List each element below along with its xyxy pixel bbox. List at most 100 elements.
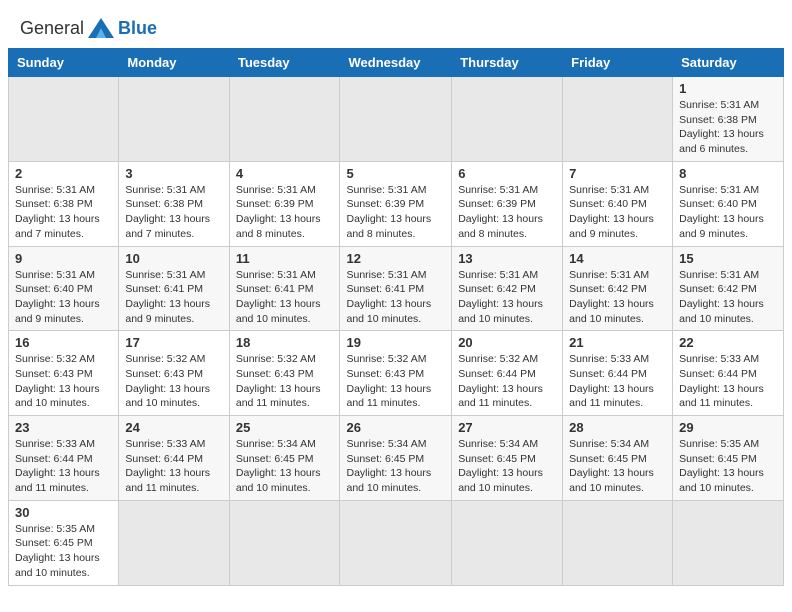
calendar-cell: 11 Sunrise: 5:31 AM Sunset: 6:41 PM Dayli… bbox=[229, 246, 340, 331]
logo-icon bbox=[86, 16, 116, 40]
calendar-cell: 9 Sunrise: 5:31 AM Sunset: 6:40 PM Daylig… bbox=[9, 246, 119, 331]
week-row-2: 2 Sunrise: 5:31 AM Sunset: 6:38 PM Daylig… bbox=[9, 161, 784, 246]
day-info: Sunrise: 5:34 AM Sunset: 6:45 PM Dayligh… bbox=[236, 437, 334, 496]
calendar-cell: 14Sunrise: 5:31 AM Sunset: 6:42 PM Dayli… bbox=[563, 246, 673, 331]
day-info: Sunrise: 5:32 AM Sunset: 6:43 PM Dayligh… bbox=[236, 352, 334, 411]
day-info: Sunrise: 5:31 AM Sunset: 6:40 PM Dayligh… bbox=[15, 268, 112, 327]
day-info: Sunrise: 5:34 AM Sunset: 6:45 PM Dayligh… bbox=[569, 437, 666, 496]
calendar-cell: 23 Sunrise: 5:33 AM Sunset: 6:44 PM Dayli… bbox=[9, 416, 119, 501]
calendar-cell: 10Sunrise: 5:31 AM Sunset: 6:41 PM Dayli… bbox=[119, 246, 229, 331]
day-number: 13 bbox=[458, 251, 556, 266]
weekday-header-row: SundayMondayTuesdayWednesdayThursdayFrid… bbox=[9, 49, 784, 77]
day-number: 26 bbox=[346, 420, 445, 435]
calendar-cell: 1 Sunrise: 5:31 AM Sunset: 6:38 PM Daylig… bbox=[673, 77, 784, 162]
calendar-cell bbox=[340, 77, 452, 162]
day-number: 12 bbox=[346, 251, 445, 266]
calendar-cell: 6Sunrise: 5:31 AM Sunset: 6:39 PM Daylig… bbox=[452, 161, 563, 246]
logo: General Blue bbox=[20, 16, 157, 40]
day-info: Sunrise: 5:31 AM Sunset: 6:38 PM Dayligh… bbox=[125, 183, 222, 242]
day-number: 4 bbox=[236, 166, 334, 181]
day-info: Sunrise: 5:32 AM Sunset: 6:43 PM Dayligh… bbox=[15, 352, 112, 411]
calendar-cell: 17Sunrise: 5:32 AM Sunset: 6:43 PM Dayli… bbox=[119, 331, 229, 416]
day-number: 29 bbox=[679, 420, 777, 435]
day-number: 1 bbox=[679, 81, 777, 96]
week-row-1: 1 Sunrise: 5:31 AM Sunset: 6:38 PM Daylig… bbox=[9, 77, 784, 162]
day-info: Sunrise: 5:32 AM Sunset: 6:43 PM Dayligh… bbox=[125, 352, 222, 411]
calendar-cell bbox=[563, 500, 673, 585]
day-info: Sunrise: 5:31 AM Sunset: 6:42 PM Dayligh… bbox=[458, 268, 556, 327]
calendar-cell: 18 Sunrise: 5:32 AM Sunset: 6:43 PM Dayli… bbox=[229, 331, 340, 416]
day-info: Sunrise: 5:34 AM Sunset: 6:45 PM Dayligh… bbox=[346, 437, 445, 496]
day-number: 15 bbox=[679, 251, 777, 266]
calendar-cell: 20Sunrise: 5:32 AM Sunset: 6:44 PM Dayli… bbox=[452, 331, 563, 416]
day-info: Sunrise: 5:33 AM Sunset: 6:44 PM Dayligh… bbox=[125, 437, 222, 496]
calendar-cell: 13 Sunrise: 5:31 AM Sunset: 6:42 PM Dayli… bbox=[452, 246, 563, 331]
weekday-header-saturday: Saturday bbox=[673, 49, 784, 77]
day-info: Sunrise: 5:34 AM Sunset: 6:45 PM Dayligh… bbox=[458, 437, 556, 496]
day-info: Sunrise: 5:31 AM Sunset: 6:40 PM Dayligh… bbox=[569, 183, 666, 242]
day-number: 9 bbox=[15, 251, 112, 266]
calendar-cell: 27 Sunrise: 5:34 AM Sunset: 6:45 PM Dayli… bbox=[452, 416, 563, 501]
day-info: Sunrise: 5:35 AM Sunset: 6:45 PM Dayligh… bbox=[15, 522, 112, 581]
day-number: 10 bbox=[125, 251, 222, 266]
logo-blue: Blue bbox=[118, 18, 157, 39]
calendar-cell: 7Sunrise: 5:31 AM Sunset: 6:40 PM Daylig… bbox=[563, 161, 673, 246]
calendar-cell bbox=[229, 77, 340, 162]
page-header: General Blue bbox=[0, 0, 792, 48]
calendar-wrapper: SundayMondayTuesdayWednesdayThursdayFrid… bbox=[0, 48, 792, 594]
calendar-cell bbox=[119, 500, 229, 585]
day-info: Sunrise: 5:33 AM Sunset: 6:44 PM Dayligh… bbox=[15, 437, 112, 496]
week-row-3: 9 Sunrise: 5:31 AM Sunset: 6:40 PM Daylig… bbox=[9, 246, 784, 331]
day-info: Sunrise: 5:35 AM Sunset: 6:45 PM Dayligh… bbox=[679, 437, 777, 496]
calendar-cell: 5 Sunrise: 5:31 AM Sunset: 6:39 PM Daylig… bbox=[340, 161, 452, 246]
calendar-cell bbox=[340, 500, 452, 585]
day-number: 19 bbox=[346, 335, 445, 350]
calendar-cell: 12Sunrise: 5:31 AM Sunset: 6:41 PM Dayli… bbox=[340, 246, 452, 331]
day-number: 23 bbox=[15, 420, 112, 435]
calendar-cell: 30 Sunrise: 5:35 AM Sunset: 6:45 PM Dayli… bbox=[9, 500, 119, 585]
day-number: 27 bbox=[458, 420, 556, 435]
calendar-cell: 26 Sunrise: 5:34 AM Sunset: 6:45 PM Dayli… bbox=[340, 416, 452, 501]
day-number: 14 bbox=[569, 251, 666, 266]
calendar-cell: 28Sunrise: 5:34 AM Sunset: 6:45 PM Dayli… bbox=[563, 416, 673, 501]
calendar-table: SundayMondayTuesdayWednesdayThursdayFrid… bbox=[8, 48, 784, 586]
calendar-cell bbox=[229, 500, 340, 585]
day-info: Sunrise: 5:31 AM Sunset: 6:41 PM Dayligh… bbox=[236, 268, 334, 327]
calendar-cell: 22 Sunrise: 5:33 AM Sunset: 6:44 PM Dayli… bbox=[673, 331, 784, 416]
calendar-cell: 15 Sunrise: 5:31 AM Sunset: 6:42 PM Dayli… bbox=[673, 246, 784, 331]
week-row-5: 23 Sunrise: 5:33 AM Sunset: 6:44 PM Dayli… bbox=[9, 416, 784, 501]
day-info: Sunrise: 5:31 AM Sunset: 6:40 PM Dayligh… bbox=[679, 183, 777, 242]
calendar-cell bbox=[563, 77, 673, 162]
calendar-cell bbox=[673, 500, 784, 585]
calendar-cell: 3Sunrise: 5:31 AM Sunset: 6:38 PM Daylig… bbox=[119, 161, 229, 246]
calendar-cell bbox=[452, 77, 563, 162]
calendar-cell: 25 Sunrise: 5:34 AM Sunset: 6:45 PM Dayli… bbox=[229, 416, 340, 501]
day-number: 16 bbox=[15, 335, 112, 350]
calendar-cell: 29 Sunrise: 5:35 AM Sunset: 6:45 PM Dayli… bbox=[673, 416, 784, 501]
day-info: Sunrise: 5:31 AM Sunset: 6:38 PM Dayligh… bbox=[15, 183, 112, 242]
calendar-cell bbox=[119, 77, 229, 162]
day-number: 18 bbox=[236, 335, 334, 350]
day-number: 30 bbox=[15, 505, 112, 520]
day-info: Sunrise: 5:33 AM Sunset: 6:44 PM Dayligh… bbox=[569, 352, 666, 411]
day-number: 2 bbox=[15, 166, 112, 181]
calendar-cell: 4Sunrise: 5:31 AM Sunset: 6:39 PM Daylig… bbox=[229, 161, 340, 246]
day-number: 22 bbox=[679, 335, 777, 350]
day-info: Sunrise: 5:31 AM Sunset: 6:38 PM Dayligh… bbox=[679, 98, 777, 157]
calendar-cell bbox=[9, 77, 119, 162]
weekday-header-thursday: Thursday bbox=[452, 49, 563, 77]
day-info: Sunrise: 5:33 AM Sunset: 6:44 PM Dayligh… bbox=[679, 352, 777, 411]
day-info: Sunrise: 5:32 AM Sunset: 6:44 PM Dayligh… bbox=[458, 352, 556, 411]
day-number: 5 bbox=[346, 166, 445, 181]
day-number: 25 bbox=[236, 420, 334, 435]
day-info: Sunrise: 5:31 AM Sunset: 6:39 PM Dayligh… bbox=[346, 183, 445, 242]
weekday-header-wednesday: Wednesday bbox=[340, 49, 452, 77]
calendar-cell: 16 Sunrise: 5:32 AM Sunset: 6:43 PM Dayli… bbox=[9, 331, 119, 416]
calendar-cell: 21Sunrise: 5:33 AM Sunset: 6:44 PM Dayli… bbox=[563, 331, 673, 416]
day-number: 11 bbox=[236, 251, 334, 266]
week-row-4: 16 Sunrise: 5:32 AM Sunset: 6:43 PM Dayli… bbox=[9, 331, 784, 416]
weekday-header-tuesday: Tuesday bbox=[229, 49, 340, 77]
calendar-cell: 19Sunrise: 5:32 AM Sunset: 6:43 PM Dayli… bbox=[340, 331, 452, 416]
day-info: Sunrise: 5:31 AM Sunset: 6:42 PM Dayligh… bbox=[679, 268, 777, 327]
day-number: 8 bbox=[679, 166, 777, 181]
